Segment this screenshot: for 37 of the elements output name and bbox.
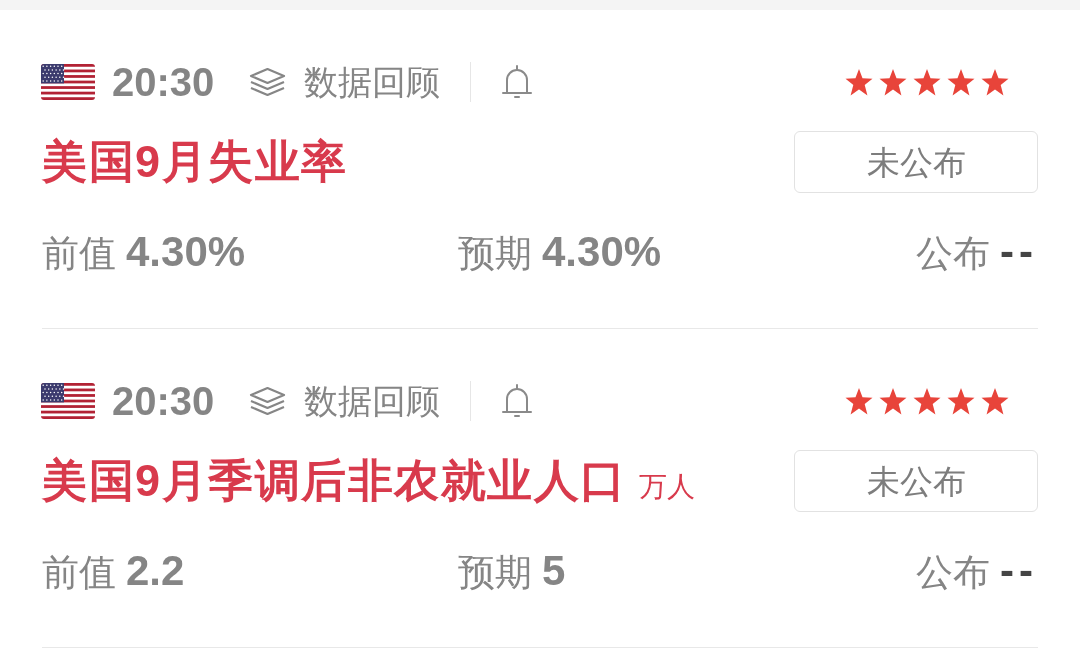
actual-label: 公布 (916, 552, 990, 594)
event-title: 美国9月失业率 (42, 137, 348, 187)
forecast-value: 5 (542, 547, 566, 595)
actual-value: -- (1000, 228, 1038, 276)
forecast-value: 4.30% (542, 228, 662, 276)
us-flag-icon (41, 383, 95, 419)
previous-label: 前值 (42, 233, 116, 275)
star-icon (878, 67, 908, 97)
us-flag-icon (41, 64, 95, 100)
layers-icon (249, 67, 287, 97)
star-icon (980, 386, 1010, 416)
previous-value: 4.30% (126, 228, 246, 276)
actual-value: -- (1000, 547, 1038, 595)
data-review-link[interactable]: 数据回顾 (249, 65, 441, 99)
unit-label: 万人 (638, 472, 695, 504)
event-time: 20:30 (112, 62, 215, 102)
bell-icon[interactable] (501, 64, 534, 100)
forecast-label: 预期 (458, 233, 532, 275)
event-time: 20:30 (112, 381, 215, 421)
star-icon (946, 67, 976, 97)
star-icon (912, 67, 942, 97)
star-icon (844, 386, 874, 416)
event-title: 美国9月季调后非农就业人口 (42, 456, 627, 506)
star-icon (946, 386, 976, 416)
star-icon (844, 67, 874, 97)
previous-label: 前值 (42, 552, 116, 594)
forecast-label: 预期 (458, 552, 532, 594)
status-tag: 未公布 (794, 131, 1038, 193)
actual-label: 公布 (916, 233, 990, 275)
data-review-link[interactable]: 数据回顾 (249, 384, 441, 418)
star-icon (980, 67, 1010, 97)
bell-icon[interactable] (501, 383, 534, 419)
star-icon (878, 386, 908, 416)
layers-icon (249, 386, 287, 416)
previous-value: 2.2 (126, 547, 185, 595)
status-tag: 未公布 (794, 450, 1038, 512)
star-icon (912, 386, 942, 416)
